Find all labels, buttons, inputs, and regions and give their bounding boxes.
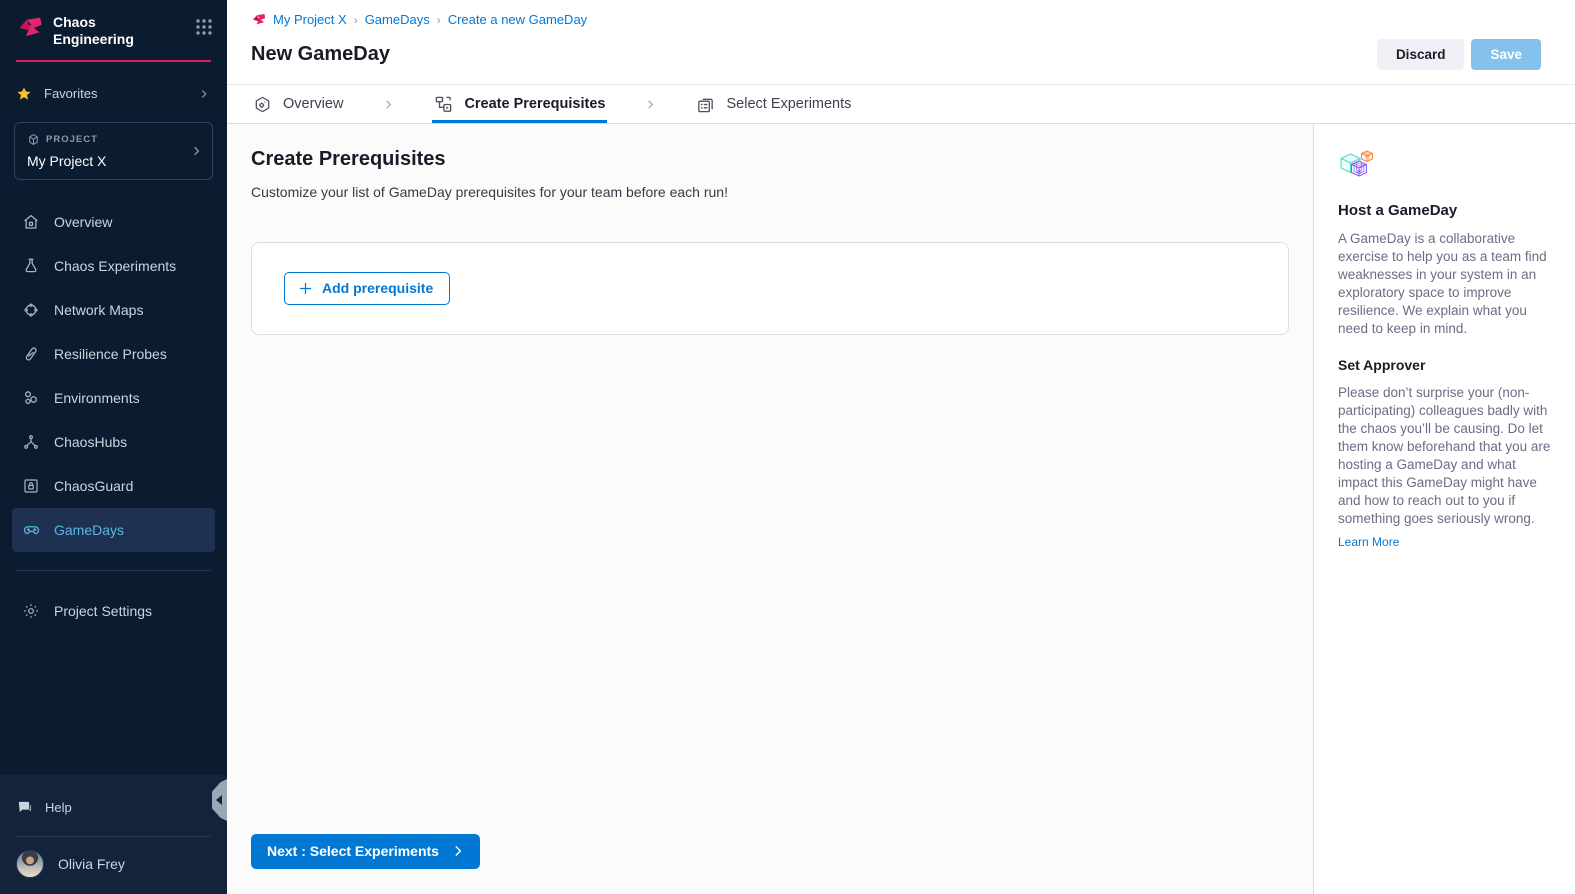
project-name: My Project X bbox=[27, 153, 186, 169]
environments-icon bbox=[21, 389, 41, 407]
tab-label: Create Prerequisites bbox=[464, 96, 605, 112]
work-area: Create Prerequisites Customize your list… bbox=[227, 124, 1313, 894]
chevron-right-icon bbox=[643, 85, 658, 123]
sidebar-item-favorites[interactable]: Favorites bbox=[16, 86, 211, 102]
sidebar-item-chaosguard[interactable]: ChaosGuard bbox=[12, 464, 215, 508]
next-button-label: Next : Select Experiments bbox=[267, 843, 439, 859]
plus-icon bbox=[298, 281, 313, 296]
sidebar-item-gamedays[interactable]: GameDays bbox=[12, 508, 215, 552]
rail-host-body: A GameDay is a collaborative exercise to… bbox=[1338, 230, 1551, 338]
breadcrumb-link-gamedays[interactable]: GameDays bbox=[365, 12, 430, 27]
sidebar-nav: Overview Chaos Experiments Network Maps bbox=[0, 200, 227, 552]
next-select-experiments-button[interactable]: Next : Select Experiments bbox=[251, 834, 480, 869]
sidebar-item-network-maps[interactable]: Network Maps bbox=[12, 288, 215, 332]
save-button[interactable]: Save bbox=[1471, 39, 1541, 70]
gamepad-icon bbox=[21, 520, 41, 539]
sidebar-item-label: Chaos Experiments bbox=[54, 258, 176, 274]
tab-create-prerequisites[interactable]: Create Prerequisites bbox=[432, 88, 607, 123]
page-title: New GameDay bbox=[251, 43, 390, 66]
main-column: My Project X › GameDays › Create a new G… bbox=[227, 0, 1575, 894]
hub-icon bbox=[21, 433, 41, 451]
tab-label: Select Experiments bbox=[726, 96, 851, 112]
section-heading: Create Prerequisites bbox=[251, 148, 1289, 171]
sidebar-item-project-settings[interactable]: Project Settings bbox=[12, 589, 215, 633]
tab-label: Overview bbox=[283, 96, 343, 112]
chevron-right-icon bbox=[451, 844, 465, 858]
chevron-right-icon bbox=[189, 143, 204, 158]
project-eyebrow-label: PROJECT bbox=[46, 134, 98, 145]
breadcrumb-separator: › bbox=[354, 13, 358, 27]
sidebar-item-help[interactable]: ? Help bbox=[0, 785, 227, 830]
cube-cluster-icon bbox=[1338, 147, 1551, 183]
harness-logo-icon bbox=[16, 14, 43, 41]
sidebar-item-environments[interactable]: Environments bbox=[12, 376, 215, 420]
tab-select-experiments[interactable]: Select Experiments bbox=[694, 88, 853, 123]
prerequisites-card: Add prerequisite bbox=[251, 242, 1289, 335]
section-subheading: Customize your list of GameDay prerequis… bbox=[251, 184, 1289, 200]
flowchart-play-icon bbox=[434, 95, 453, 114]
add-prerequisite-label: Add prerequisite bbox=[322, 280, 433, 296]
sidebar-item-label: Network Maps bbox=[54, 302, 143, 318]
page-header: My Project X › GameDays › Create a new G… bbox=[227, 0, 1575, 85]
breadcrumb-link-project[interactable]: My Project X bbox=[273, 12, 347, 27]
probe-icon bbox=[21, 345, 41, 363]
gear-icon bbox=[21, 602, 41, 620]
help-chat-icon: ? bbox=[16, 799, 33, 816]
user-name: Olivia Frey bbox=[58, 856, 125, 872]
guard-lock-icon bbox=[21, 477, 41, 495]
sidebar-item-label: Resilience Probes bbox=[54, 346, 167, 362]
add-prerequisite-button[interactable]: Add prerequisite bbox=[284, 272, 450, 305]
brand: Chaos Engineering bbox=[0, 0, 227, 48]
svg-text:?: ? bbox=[22, 804, 26, 810]
harness-logo-icon-small bbox=[251, 12, 266, 27]
help-rail: Host a GameDay A GameDay is a collaborat… bbox=[1313, 124, 1575, 894]
grid-icon[interactable] bbox=[195, 18, 213, 36]
sidebar-item-label: ChaosGuard bbox=[54, 478, 133, 494]
experiment-cards-icon bbox=[696, 95, 715, 114]
learn-more-link[interactable]: Learn More bbox=[1338, 535, 1399, 549]
sidebar-item-label: ChaosHubs bbox=[54, 434, 127, 450]
sidebar-footer: ? Help Olivia Frey bbox=[0, 775, 227, 894]
star-icon bbox=[16, 86, 32, 102]
discard-button[interactable]: Discard bbox=[1377, 39, 1465, 70]
sidebar-item-label: Overview bbox=[54, 214, 112, 230]
breadcrumb: My Project X › GameDays › Create a new G… bbox=[251, 12, 1541, 27]
network-map-icon bbox=[21, 301, 41, 319]
brand-divider bbox=[16, 60, 211, 62]
brand-name: Chaos Engineering bbox=[53, 14, 134, 48]
chevron-right-icon bbox=[197, 87, 211, 101]
sidebar-item-chaos-experiments[interactable]: Chaos Experiments bbox=[12, 244, 215, 288]
sidebar-item-label: GameDays bbox=[54, 522, 124, 538]
chevron-right-icon bbox=[381, 85, 396, 123]
favorites-label: Favorites bbox=[44, 86, 97, 101]
wizard-tab-bar: Overview Create Prerequisites bbox=[227, 85, 1575, 124]
hexagon-gear-icon bbox=[253, 95, 272, 114]
flask-icon bbox=[21, 257, 41, 275]
sidebar-divider bbox=[16, 570, 211, 571]
breadcrumb-link-create[interactable]: Create a new GameDay bbox=[448, 12, 587, 27]
sidebar: Chaos Engineering Favorites bbox=[0, 0, 227, 894]
cube-icon bbox=[27, 133, 40, 146]
rail-approver-title: Set Approver bbox=[1338, 357, 1551, 373]
sidebar-item-overview[interactable]: Overview bbox=[12, 200, 215, 244]
home-icon bbox=[21, 213, 41, 231]
sidebar-item-label: Project Settings bbox=[54, 603, 152, 619]
breadcrumb-separator: › bbox=[437, 13, 441, 27]
sidebar-item-label: Environments bbox=[54, 390, 140, 406]
rail-host-title: Host a GameDay bbox=[1338, 202, 1551, 219]
chevron-left-icon bbox=[216, 795, 222, 805]
sidebar-item-resilience-probes[interactable]: Resilience Probes bbox=[12, 332, 215, 376]
help-label: Help bbox=[45, 800, 72, 815]
project-selector[interactable]: PROJECT My Project X bbox=[14, 122, 213, 180]
tab-overview[interactable]: Overview bbox=[251, 88, 345, 123]
sidebar-item-chaoshubs[interactable]: ChaosHubs bbox=[12, 420, 215, 464]
avatar bbox=[16, 850, 44, 878]
user-menu[interactable]: Olivia Frey bbox=[0, 837, 227, 894]
rail-approver-body: Please don’t surprise your (non-particip… bbox=[1338, 384, 1551, 528]
